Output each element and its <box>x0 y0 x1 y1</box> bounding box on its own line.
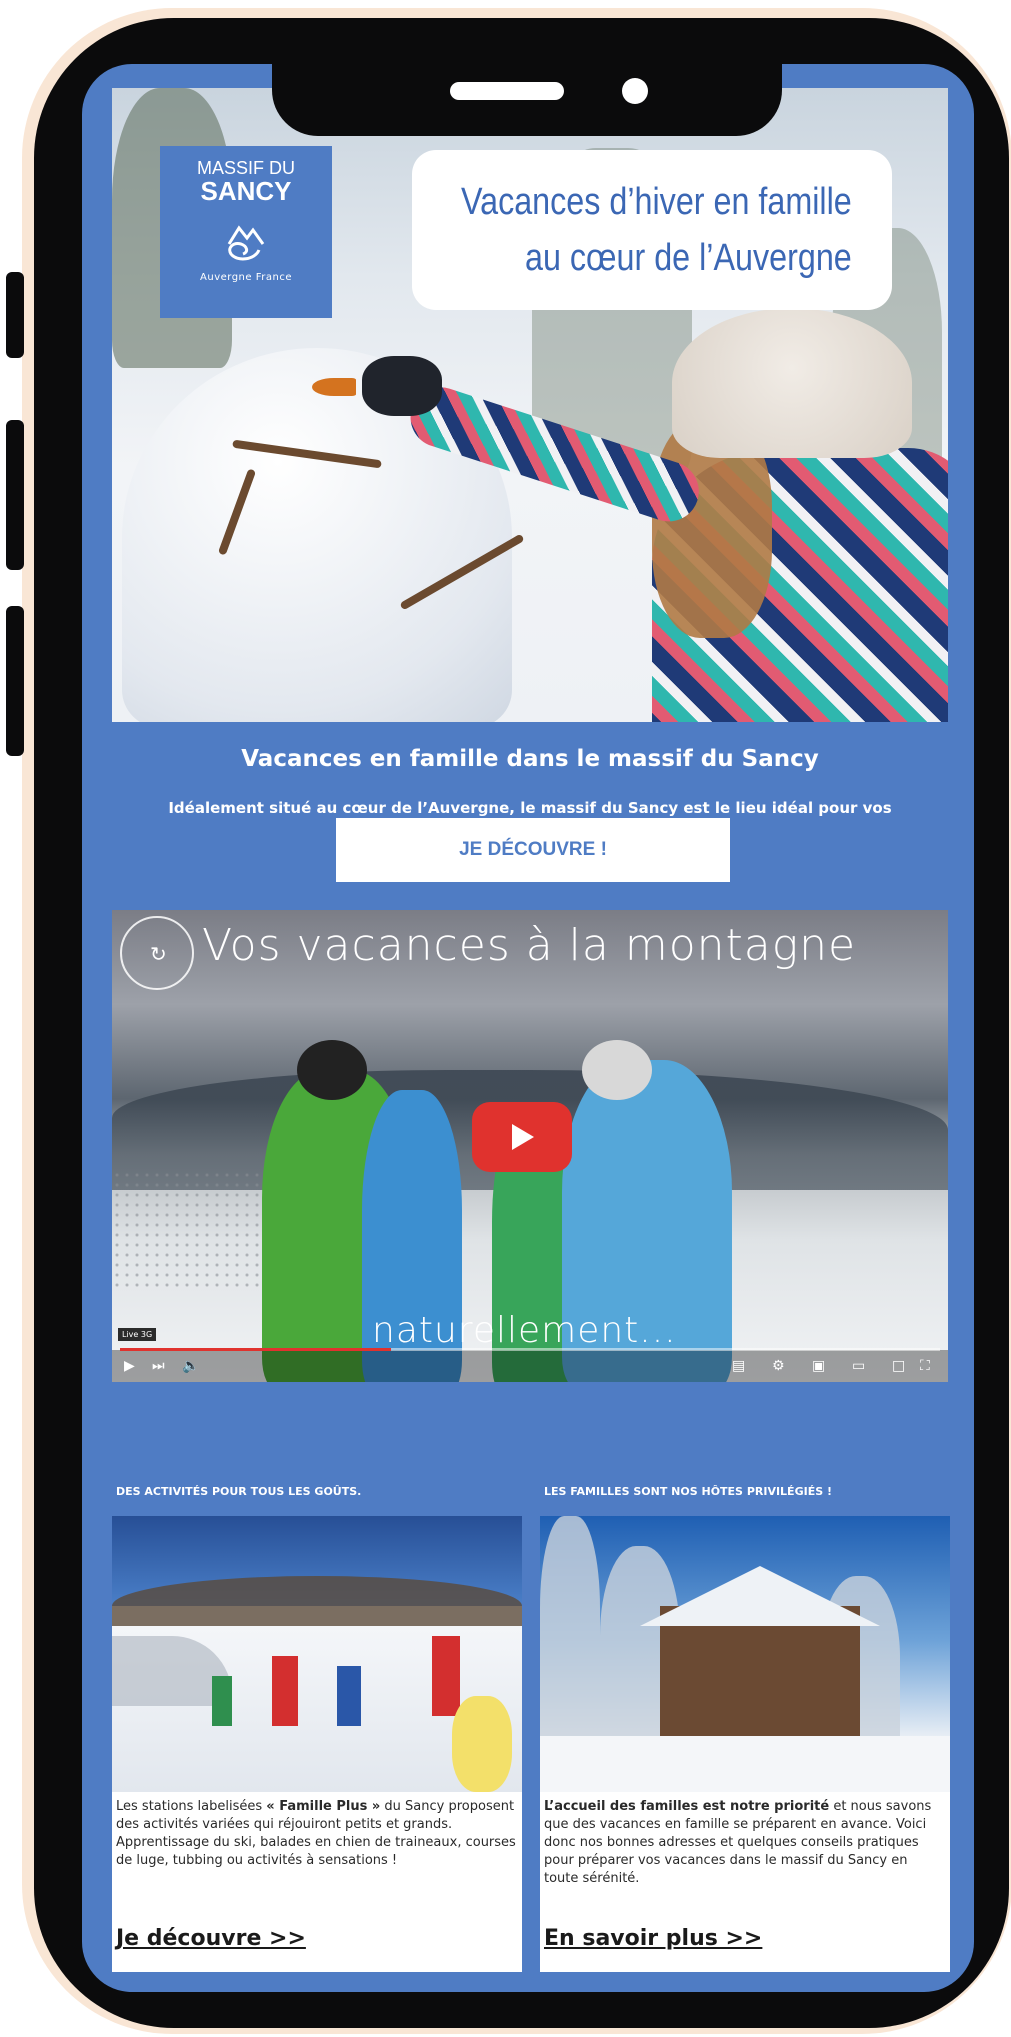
activities-text-part: Les stations labelisées <box>116 1799 267 1814</box>
phone-side-button <box>6 272 24 358</box>
settings-icon[interactable]: ⚙ <box>772 1358 785 1374</box>
cast-icon[interactable]: □ <box>892 1358 905 1374</box>
fullscreen-icon[interactable]: ⛶ <box>920 1358 930 1374</box>
intro-heading: Vacances en famille dans le massif du Sa… <box>241 746 819 772</box>
video-title: Vos vacances à la montagne <box>202 920 857 971</box>
front-camera <box>622 78 648 104</box>
hero-banner: MASSIF DU SANCY Auvergne France Vacances… <box>112 88 948 722</box>
child-skier <box>337 1666 361 1726</box>
families-card: LES FAMILLES SONT NOS HÔTES PRIVILÉGIÉS … <box>540 1472 950 1972</box>
theater-icon[interactable]: ▭ <box>852 1358 865 1374</box>
swirl-mountain-icon <box>227 225 265 261</box>
phone-volume-up <box>6 420 24 570</box>
subtitles-icon[interactable]: ▤ <box>732 1358 745 1374</box>
hero-title-box: Vacances d’hiver en famille au cœur de l… <box>412 150 892 310</box>
carrot-nose <box>312 378 356 396</box>
video-progress-bar[interactable] <box>120 1348 940 1351</box>
phone-volume-down <box>6 606 24 756</box>
next-icon[interactable]: ⏭ <box>152 1358 165 1374</box>
video-progress-fill <box>120 1348 391 1351</box>
play-icon <box>512 1124 534 1150</box>
famille-plus-label: « Famille Plus » <box>266 1799 381 1814</box>
logo-line1: MASSIF DU <box>196 158 295 178</box>
speaker-grille <box>450 82 564 100</box>
child-skier <box>212 1676 232 1726</box>
play-icon[interactable]: ▶ <box>124 1358 135 1374</box>
video-badge: Live 3G <box>118 1328 157 1341</box>
swirl-mountain-icon: ↻ <box>150 942 167 966</box>
activities-header: DES ACTIVITÉS POUR TOUS LES GOÛTS. <box>112 1472 522 1516</box>
learn-more-link[interactable]: En savoir plus >> <box>544 1926 762 1951</box>
girl-glove <box>362 356 442 416</box>
logo-subtitle: Auvergne France <box>200 272 292 283</box>
helmet <box>297 1040 367 1100</box>
activities-text: Les stations labelisées « Famille Plus »… <box>116 1798 516 1870</box>
snowy-tree <box>540 1516 600 1746</box>
phone-notch <box>272 58 782 136</box>
ski-school-image <box>112 1516 522 1792</box>
girl-hat <box>672 308 912 458</box>
ski-instructor <box>272 1656 298 1726</box>
chalet-image <box>540 1516 950 1792</box>
hero-title: Vacances d’hiver en famille au cœur de l… <box>461 174 852 286</box>
hero-title-line2: au cœur de l’Auvergne <box>525 237 852 279</box>
snow-ground <box>540 1736 950 1792</box>
mascot <box>452 1696 512 1792</box>
ski-instructor <box>432 1636 460 1716</box>
discover-activities-link[interactable]: Je découvre >> <box>116 1926 306 1951</box>
families-header: LES FAMILLES SONT NOS HÔTES PRIVILÉGIÉS … <box>540 1472 950 1516</box>
phone-screen: MASSIF DU SANCY Auvergne France Vacances… <box>82 64 974 1992</box>
activities-card: DES ACTIVITÉS POUR TOUS LES GOÛTS. Les s… <box>112 1472 522 1972</box>
video-seal: ↻ <box>120 916 194 990</box>
youtube-play-button[interactable] <box>472 1102 572 1172</box>
chalet-roof <box>640 1566 880 1626</box>
hero-title-line1: Vacances d’hiver en famille <box>461 181 852 223</box>
volume-icon[interactable]: 🔈 <box>182 1358 199 1374</box>
logo-line2: SANCY <box>200 176 292 206</box>
video-player[interactable]: ↻ Vos vacances à la montagne naturelleme… <box>112 910 948 1382</box>
video-caption: naturellement... <box>372 1310 677 1351</box>
miniplayer-icon[interactable]: ▣ <box>812 1358 825 1374</box>
helmet <box>582 1040 652 1100</box>
massif-du-sancy-logo[interactable]: MASSIF DU SANCY Auvergne France <box>160 146 332 318</box>
discover-button[interactable]: JE DÉCOUVRE ! <box>336 818 730 882</box>
families-priority-label: L’accueil des familles est notre priorit… <box>544 1799 830 1814</box>
families-text: L’accueil des familles est notre priorit… <box>544 1798 944 1888</box>
